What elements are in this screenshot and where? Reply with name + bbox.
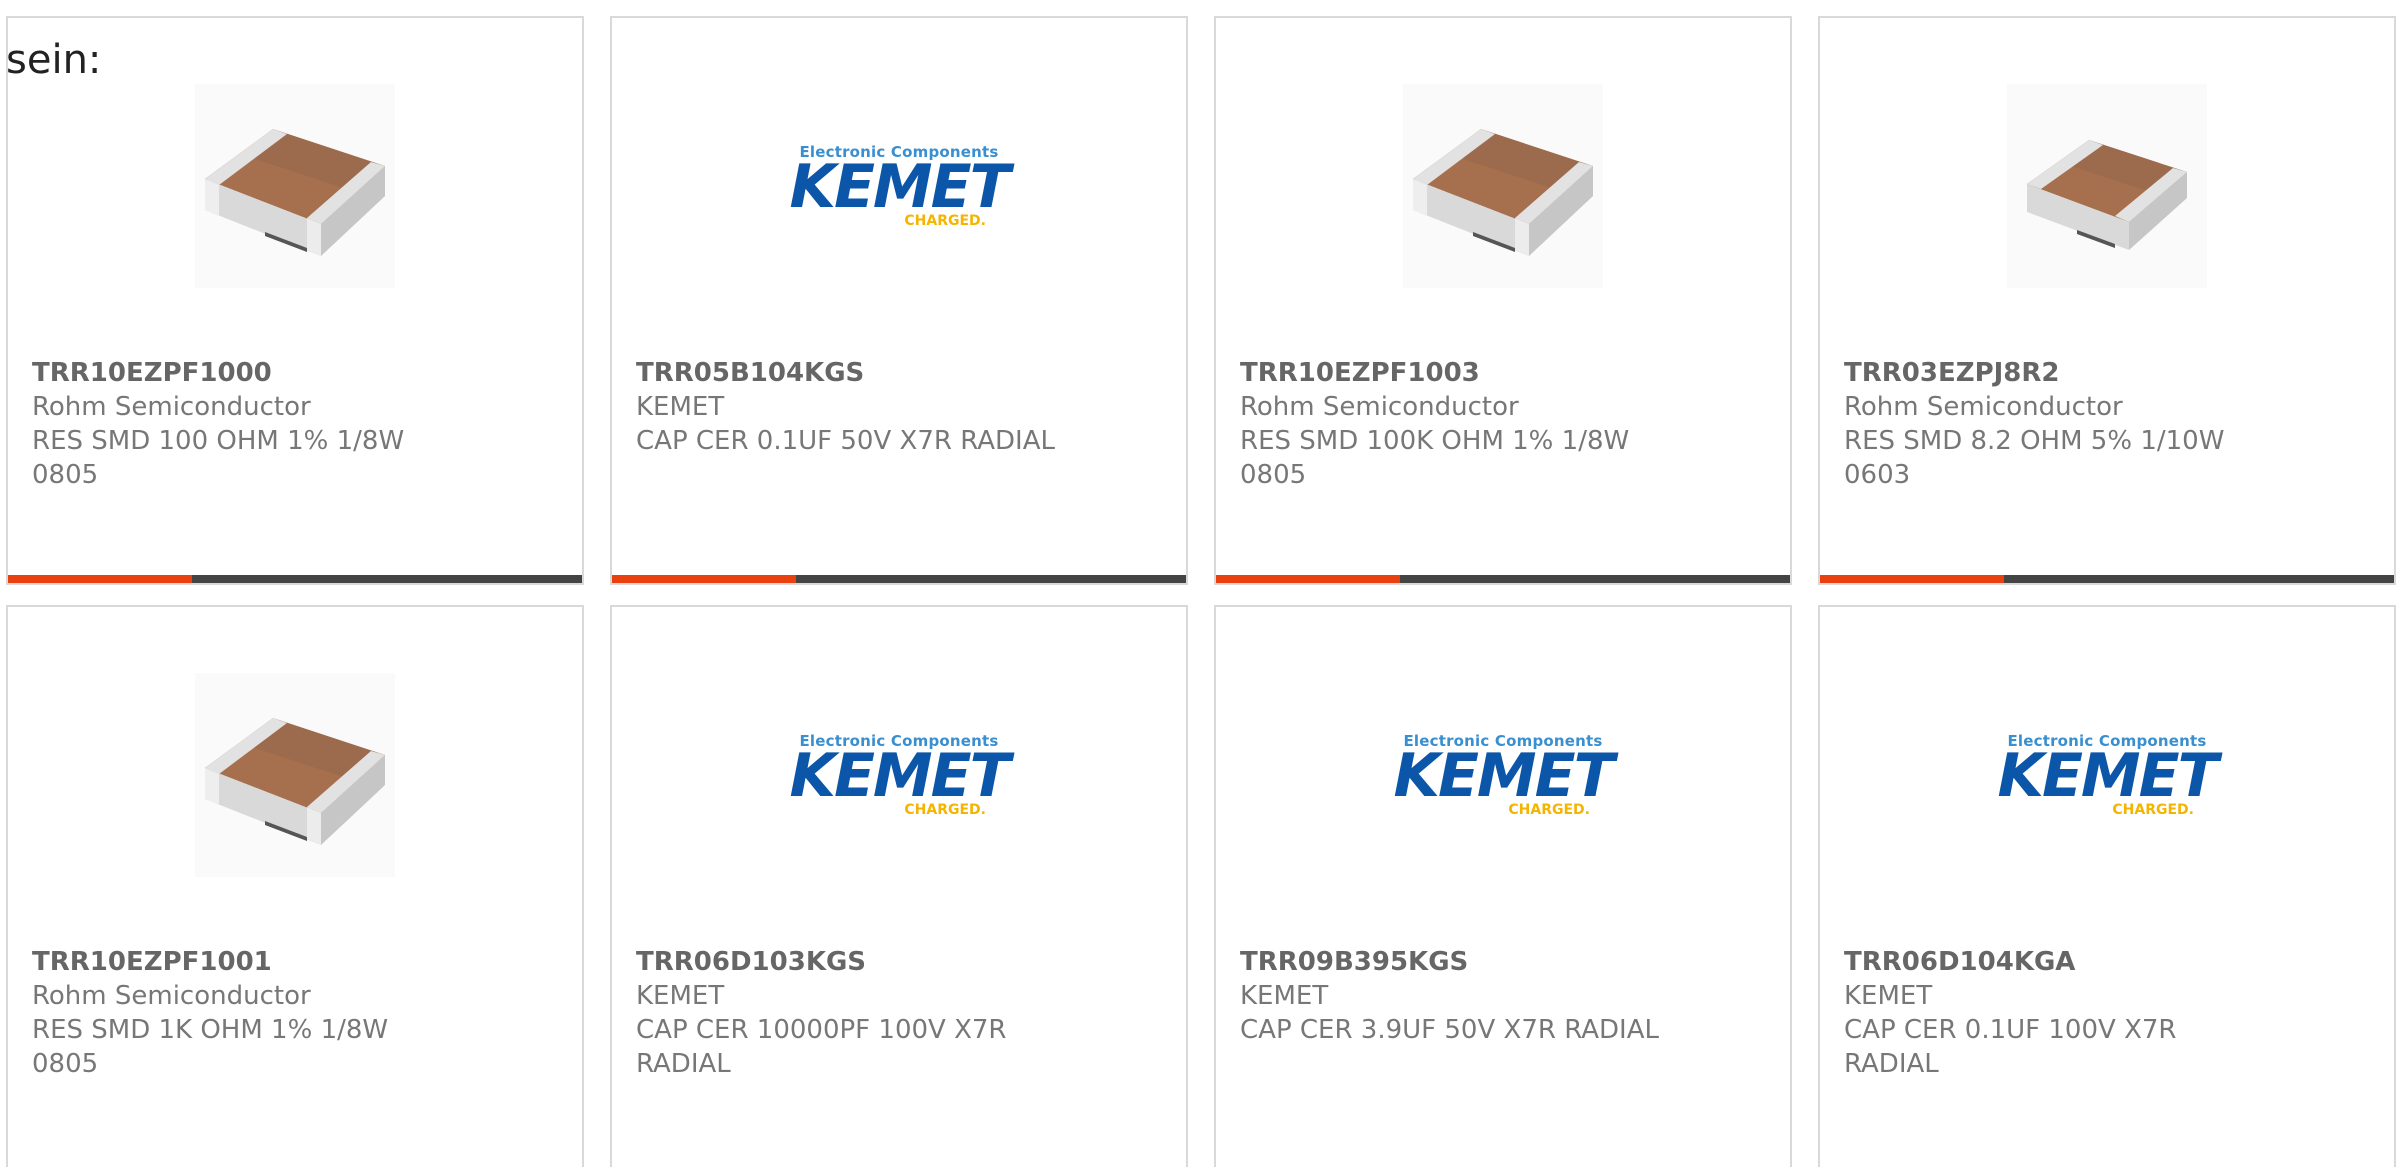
description: RADIAL bbox=[636, 1049, 731, 1079]
description: CAP CER 0.1UF 100V X7R RADIAL bbox=[1844, 1015, 2177, 1079]
progress-bar bbox=[1820, 575, 2394, 583]
kemet-logo-sub: CHARGED. bbox=[904, 802, 986, 818]
manufacturer: KEMET bbox=[636, 392, 725, 422]
product-info: TRR06D103KGS KEMET CAP CER 10000PF 100V … bbox=[636, 945, 1056, 1081]
kemet-logo: Electronic Components KEMET CHARGED. bbox=[1393, 730, 1614, 820]
manufacturer: KEMET bbox=[1844, 981, 1933, 1011]
product-card[interactable]: TRR10EZPF1001 Rohm Semiconductor RES SMD… bbox=[6, 605, 584, 1167]
description: 0805 bbox=[1240, 460, 1307, 490]
product-info: TRR06D104KGA KEMET CAP CER 0.1UF 100V X7… bbox=[1844, 945, 2264, 1081]
smd-resistor-icon bbox=[1403, 84, 1603, 288]
kemet-logo-wordmark: KEMET bbox=[1393, 741, 1614, 811]
product-card[interactable]: TRR10EZPF1003 Rohm Semiconductor RES SMD… bbox=[1214, 16, 1792, 585]
product-info: TRR10EZPF1001 Rohm Semiconductor RES SMD… bbox=[32, 945, 452, 1081]
part-number[interactable]: TRR10EZPF1001 bbox=[32, 945, 452, 979]
part-number[interactable]: TRR09B395KGS bbox=[1240, 945, 1660, 979]
product-info: TRR03EZPJ8R2 Rohm Semiconductor RES SMD … bbox=[1844, 356, 2264, 492]
manufacturer: Rohm Semiconductor bbox=[32, 392, 311, 422]
description: CAP CER 3.9UF 50V X7R RADIAL bbox=[1240, 1015, 1659, 1045]
product-info: TRR09B395KGS KEMET CAP CER 3.9UF 50V X7R… bbox=[1240, 945, 1660, 1047]
product-card[interactable]: Electronic Components KEMET CHARGED. TRR… bbox=[1818, 605, 2396, 1167]
manufacturer: Rohm Semiconductor bbox=[1240, 392, 1519, 422]
product-image bbox=[1820, 84, 2394, 288]
description: CAP CER 0.1UF 50V X7R RADIAL bbox=[636, 426, 1055, 456]
product-image: Electronic Components KEMET CHARGED. bbox=[1216, 673, 1790, 877]
product-card[interactable]: Electronic Components KEMET CHARGED. TRR… bbox=[1214, 605, 1792, 1167]
product-info: TRR10EZPF1003 Rohm Semiconductor RES SMD… bbox=[1240, 356, 1660, 492]
part-number[interactable]: TRR05B104KGS bbox=[636, 356, 1056, 390]
product-image bbox=[8, 84, 582, 288]
progress-bar bbox=[612, 575, 1186, 583]
kemet-logo: Electronic Components KEMET CHARGED. bbox=[1997, 730, 2218, 820]
manufacturer: KEMET bbox=[1240, 981, 1329, 1011]
description: RES SMD 1K OHM 1% 1/8W 0805 bbox=[32, 1015, 389, 1079]
product-card[interactable]: TRR03EZPJ8R2 Rohm Semiconductor RES SMD … bbox=[1818, 16, 2396, 585]
description: 0603 bbox=[1844, 460, 1911, 490]
kemet-logo-wordmark: KEMET bbox=[1997, 741, 2218, 811]
part-number[interactable]: TRR10EZPF1000 bbox=[32, 356, 452, 390]
kemet-logo-sub: CHARGED. bbox=[2112, 802, 2194, 818]
product-image: Electronic Components KEMET CHARGED. bbox=[1820, 673, 2394, 877]
product-image: Electronic Components KEMET CHARGED. bbox=[612, 84, 1186, 288]
kemet-logo-wordmark: KEMET bbox=[789, 741, 1010, 811]
description: 0805 bbox=[32, 460, 99, 490]
product-image bbox=[1216, 84, 1790, 288]
description: RES SMD 8.2 OHM 5% 1/10W bbox=[1844, 426, 2225, 456]
smd-resistor-icon bbox=[2007, 84, 2207, 288]
part-number[interactable]: TRR10EZPF1003 bbox=[1240, 356, 1660, 390]
product-image: Electronic Components KEMET CHARGED. bbox=[612, 673, 1186, 877]
progress-bar-fill bbox=[1216, 575, 1400, 583]
product-info: TRR05B104KGS KEMET CAP CER 0.1UF 50V X7R… bbox=[636, 356, 1056, 458]
intro-text: sein: bbox=[6, 37, 102, 83]
manufacturer: KEMET bbox=[636, 981, 725, 1011]
manufacturer: Rohm Semiconductor bbox=[32, 981, 311, 1011]
description: CAP CER 10000PF 100V X7R bbox=[636, 1015, 1007, 1045]
description: RES SMD 100K OHM 1% 1/8W bbox=[1240, 426, 1630, 456]
smd-resistor-icon bbox=[195, 673, 395, 877]
part-number[interactable]: TRR06D104KGA bbox=[1844, 945, 2264, 979]
product-card[interactable]: Electronic Components KEMET CHARGED. TRR… bbox=[610, 16, 1188, 585]
description: RES SMD 100 OHM 1% 1/8W bbox=[32, 426, 405, 456]
product-card[interactable]: TRR10EZPF1000 Rohm Semiconductor RES SMD… bbox=[6, 16, 584, 585]
kemet-logo: Electronic Components KEMET CHARGED. bbox=[789, 730, 1010, 820]
progress-bar-fill bbox=[8, 575, 192, 583]
kemet-logo: Electronic Components KEMET CHARGED. bbox=[789, 141, 1010, 231]
product-image bbox=[8, 673, 582, 877]
manufacturer: Rohm Semiconductor bbox=[1844, 392, 2123, 422]
progress-bar-fill bbox=[1820, 575, 2004, 583]
progress-bar bbox=[1216, 575, 1790, 583]
smd-resistor-icon bbox=[195, 84, 395, 288]
product-card[interactable]: Electronic Components KEMET CHARGED. TRR… bbox=[610, 605, 1188, 1167]
kemet-logo-sub: CHARGED. bbox=[1508, 802, 1590, 818]
kemet-logo-wordmark: KEMET bbox=[789, 152, 1010, 222]
kemet-logo-sub: CHARGED. bbox=[904, 213, 986, 229]
part-number[interactable]: TRR03EZPJ8R2 bbox=[1844, 356, 2264, 390]
product-grid-page: sein: TRR10EZPF1000 Rohm Semiconductor R… bbox=[0, 0, 2400, 1167]
part-number[interactable]: TRR06D103KGS bbox=[636, 945, 1056, 979]
progress-bar bbox=[8, 575, 582, 583]
progress-bar-fill bbox=[612, 575, 796, 583]
product-info: TRR10EZPF1000 Rohm Semiconductor RES SMD… bbox=[32, 356, 452, 492]
